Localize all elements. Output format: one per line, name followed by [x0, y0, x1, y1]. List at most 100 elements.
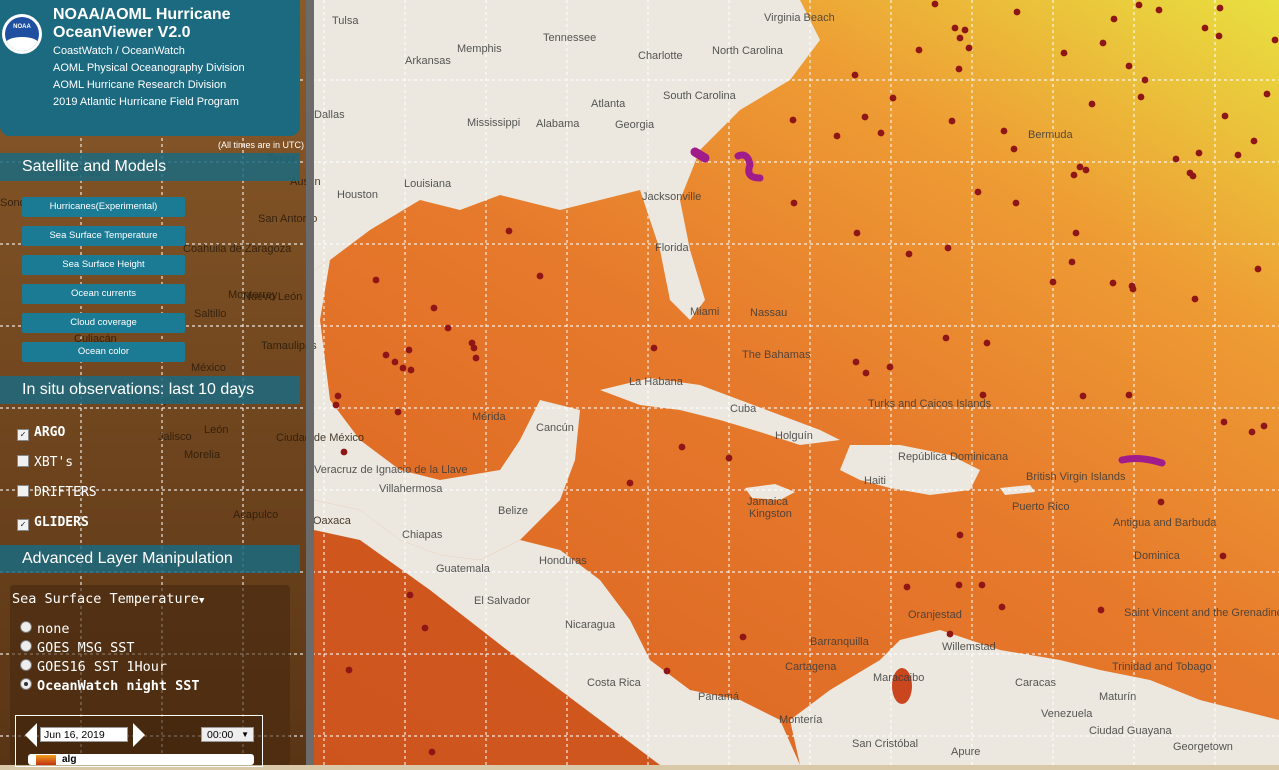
argo-float-point[interactable] — [1141, 76, 1149, 84]
argo-float-point[interactable] — [725, 454, 733, 462]
layer-button-ssh[interactable]: Sea Surface Height — [22, 255, 185, 275]
argo-float-point[interactable] — [1191, 295, 1199, 303]
argo-float-point[interactable] — [428, 748, 436, 756]
layer-button-hurricanes[interactable]: Hurricanes(Experimental) — [22, 197, 185, 217]
radio-circle[interactable] — [20, 678, 32, 690]
argo-float-point[interactable] — [1013, 8, 1021, 16]
argo-float-point[interactable] — [1195, 149, 1203, 157]
argo-float-point[interactable] — [405, 346, 413, 354]
checkbox-box[interactable]: ✓ — [17, 519, 29, 531]
argo-float-point[interactable] — [1088, 100, 1096, 108]
argo-float-point[interactable] — [1137, 93, 1145, 101]
argo-float-point[interactable] — [1097, 606, 1105, 614]
argo-float-point[interactable] — [944, 244, 952, 252]
prev-date-arrow-icon[interactable] — [25, 723, 37, 747]
layer-dropdown[interactable]: Sea Surface Temperature▼ — [12, 591, 204, 607]
argo-float-point[interactable] — [472, 354, 480, 362]
radio-oceanwatch-night-sst[interactable]: OceanWatch night SST — [20, 678, 200, 694]
argo-float-point[interactable] — [1221, 112, 1229, 120]
argo-float-point[interactable] — [1128, 282, 1136, 290]
argo-float-point[interactable] — [1201, 24, 1209, 32]
argo-float-point[interactable] — [955, 581, 963, 589]
argo-float-point[interactable] — [1010, 145, 1018, 153]
argo-float-point[interactable] — [626, 479, 634, 487]
argo-float-point[interactable] — [956, 531, 964, 539]
argo-float-point[interactable] — [956, 34, 964, 42]
argo-float-point[interactable] — [650, 344, 658, 352]
argo-float-point[interactable] — [1157, 498, 1165, 506]
argo-float-point[interactable] — [1070, 171, 1078, 179]
argo-float-point[interactable] — [998, 603, 1006, 611]
glider-track[interactable] — [1118, 455, 1166, 467]
argo-float-point[interactable] — [1260, 422, 1268, 430]
argo-float-point[interactable] — [406, 591, 414, 599]
argo-float-point[interactable] — [974, 188, 982, 196]
argo-float-point[interactable] — [1189, 172, 1197, 180]
argo-float-point[interactable] — [905, 250, 913, 258]
argo-float-point[interactable] — [421, 624, 429, 632]
argo-float-point[interactable] — [983, 339, 991, 347]
argo-float-point[interactable] — [951, 24, 959, 32]
argo-float-point[interactable] — [1082, 166, 1090, 174]
radio-circle[interactable] — [20, 621, 32, 633]
checkbox-argo[interactable]: ✓ ARGO — [17, 425, 65, 441]
argo-float-point[interactable] — [332, 401, 340, 409]
checkbox-gliders[interactable]: ✓ GLIDERS — [17, 515, 89, 531]
panel-scrollbar[interactable] — [306, 0, 314, 765]
argo-float-point[interactable] — [1254, 265, 1262, 273]
argo-float-point[interactable] — [955, 65, 963, 73]
layer-button-sst[interactable]: Sea Surface Temperature — [22, 226, 185, 246]
date-input[interactable]: Jun 16, 2019 — [40, 727, 128, 742]
argo-float-point[interactable] — [1234, 151, 1242, 159]
argo-float-point[interactable] — [1155, 6, 1163, 14]
argo-float-point[interactable] — [961, 26, 969, 34]
argo-float-point[interactable] — [1068, 258, 1076, 266]
argo-float-point[interactable] — [948, 117, 956, 125]
layer-button-ocean-color[interactable]: Ocean color — [22, 342, 185, 362]
checkbox-box[interactable] — [17, 455, 29, 467]
argo-float-point[interactable] — [1220, 418, 1228, 426]
argo-float-point[interactable] — [1060, 49, 1068, 57]
argo-float-point[interactable] — [1099, 39, 1107, 47]
argo-float-point[interactable] — [1135, 1, 1143, 9]
layer-button-clouds[interactable]: Cloud coverage — [22, 313, 185, 333]
argo-float-point[interactable] — [853, 229, 861, 237]
glider-track[interactable] — [690, 147, 710, 163]
radio-circle[interactable] — [20, 640, 32, 652]
radio-circle[interactable] — [20, 659, 32, 671]
argo-float-point[interactable] — [394, 408, 402, 416]
argo-float-point[interactable] — [931, 0, 939, 8]
radio-goes16-sst[interactable]: GOES16 SST 1Hour — [20, 659, 167, 675]
argo-float-point[interactable] — [1172, 155, 1180, 163]
argo-float-point[interactable] — [1000, 127, 1008, 135]
argo-float-point[interactable] — [1248, 428, 1256, 436]
argo-float-point[interactable] — [946, 630, 954, 638]
argo-float-point[interactable] — [833, 132, 841, 140]
argo-float-point[interactable] — [1215, 32, 1223, 40]
argo-float-point[interactable] — [915, 46, 923, 54]
argo-float-point[interactable] — [382, 351, 390, 359]
argo-float-point[interactable] — [536, 272, 544, 280]
argo-float-point[interactable] — [861, 113, 869, 121]
argo-float-point[interactable] — [862, 369, 870, 377]
argo-float-point[interactable] — [1072, 229, 1080, 237]
argo-float-point[interactable] — [345, 666, 353, 674]
argo-float-point[interactable] — [1012, 199, 1020, 207]
argo-float-point[interactable] — [886, 363, 894, 371]
argo-float-point[interactable] — [851, 71, 859, 79]
argo-float-point[interactable] — [407, 366, 415, 374]
argo-float-point[interactable] — [663, 667, 671, 675]
radio-none[interactable]: none — [20, 621, 70, 637]
checkbox-drifters[interactable]: DRIFTERS — [17, 485, 97, 500]
argo-float-point[interactable] — [1076, 163, 1084, 171]
next-date-arrow-icon[interactable] — [133, 723, 145, 747]
argo-float-point[interactable] — [372, 276, 380, 284]
argo-float-point[interactable] — [790, 199, 798, 207]
argo-float-point[interactable] — [889, 94, 897, 102]
argo-float-point[interactable] — [505, 227, 513, 235]
argo-float-point[interactable] — [470, 344, 478, 352]
argo-float-point[interactable] — [1216, 4, 1224, 12]
argo-float-point[interactable] — [1109, 279, 1117, 287]
argo-float-point[interactable] — [1110, 15, 1118, 23]
argo-float-point[interactable] — [877, 129, 885, 137]
